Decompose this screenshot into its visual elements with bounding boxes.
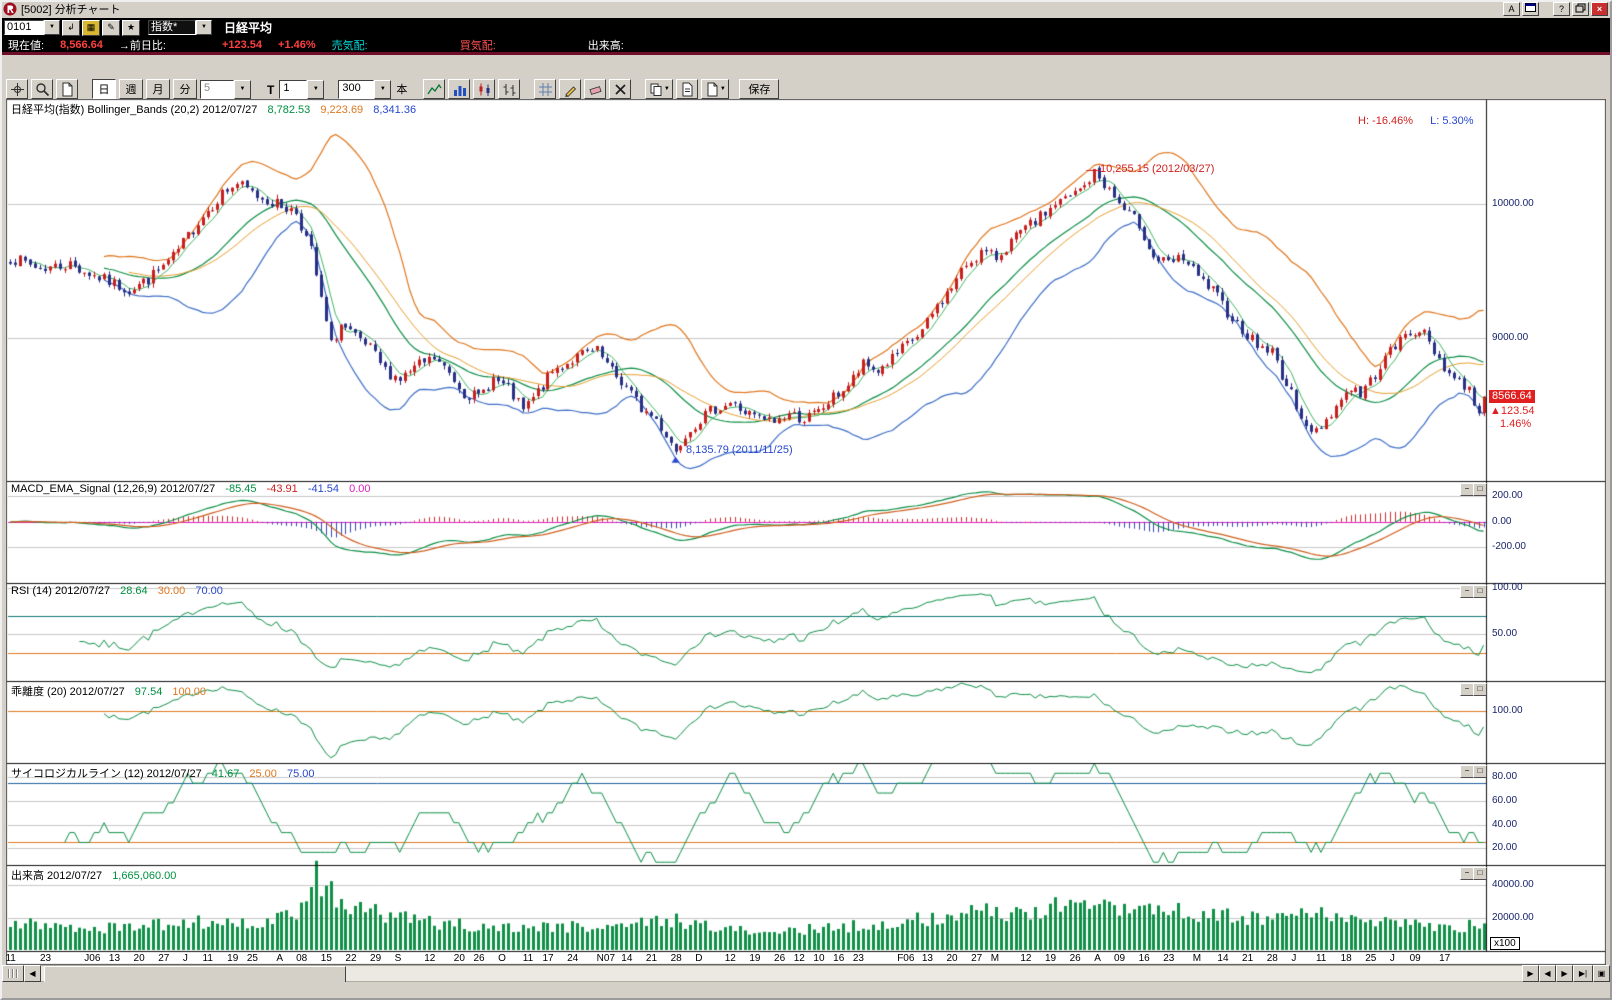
page-icon — [60, 82, 75, 97]
panel-minimize-button[interactable]: − — [1460, 765, 1474, 778]
panel-restore-button[interactable]: □ — [1473, 683, 1487, 696]
volume-label: 出来高: — [588, 37, 624, 53]
zoom-icon — [35, 82, 50, 97]
ohlc-chart-icon — [502, 82, 517, 97]
fit-chart-button[interactable]: ▣ — [1593, 965, 1610, 982]
scrollbar-thumb[interactable] — [44, 966, 346, 983]
scroll-left-button[interactable]: ◀ — [24, 965, 41, 982]
t-label: T — [265, 83, 276, 99]
register-list-button[interactable]: ★ — [122, 20, 140, 36]
chart-canvas[interactable] — [6, 99, 1606, 965]
bar-chart-button[interactable] — [448, 79, 470, 99]
panel-minimize-button[interactable]: − — [1460, 683, 1474, 696]
chart-toolbar: 日 週 月 分 5 ▼ T 1 ▼ 300 ▼ 本 ▼ — [0, 55, 1612, 102]
line-chart-icon — [427, 82, 442, 97]
panel-restore-button[interactable]: □ — [1473, 867, 1487, 880]
copy-icon — [649, 82, 664, 97]
change-label: →前日比: — [119, 37, 166, 53]
save-button[interactable]: 保存 — [739, 79, 779, 99]
chart-back-button[interactable]: ◀ — [1539, 965, 1556, 982]
crosshair-icon — [10, 82, 25, 97]
chevron-down-icon[interactable]: ▼ — [374, 80, 391, 99]
clear-drawings-button[interactable] — [609, 79, 631, 99]
new-chart-button[interactable] — [56, 79, 78, 99]
market-category-select[interactable]: 指数* ▼ — [148, 20, 212, 35]
eraser-button[interactable] — [584, 79, 606, 99]
period-weekly-button[interactable]: 週 — [119, 79, 143, 99]
chart-region: 日経平均(指数) Bollinger_Bands (20,2) 2012/07/… — [6, 99, 1606, 965]
ask-label: 売気配: — [332, 37, 368, 53]
bottom-strip — [0, 982, 1612, 1000]
panel-restore-button[interactable]: □ — [1473, 483, 1487, 496]
grid-icon — [538, 82, 553, 97]
panel-minimize-button[interactable]: − — [1460, 483, 1474, 496]
eraser-icon — [588, 82, 603, 97]
chevron-down-icon: ▼ — [720, 86, 726, 92]
candle-chart-icon — [477, 82, 492, 97]
stock-code-input[interactable]: 0101 ▼ — [4, 20, 60, 35]
minute-value[interactable]: 5 — [200, 80, 234, 99]
zoom-button[interactable] — [31, 79, 53, 99]
candle-chart-button[interactable] — [473, 79, 495, 99]
page-icon — [705, 82, 720, 97]
period-daily-button[interactable]: 日 — [92, 79, 116, 99]
symbol-name: 日経平均 — [224, 19, 272, 36]
ohlc-chart-button[interactable] — [498, 79, 520, 99]
close-button[interactable]: × — [1591, 2, 1608, 16]
line-chart-button[interactable] — [423, 79, 445, 99]
scrollbar-track[interactable] — [41, 965, 1522, 982]
chevron-down-icon[interactable]: ▼ — [234, 80, 251, 99]
chevron-down-icon[interactable]: ▼ — [196, 20, 212, 35]
title-bar: [5002] 分析チャート A ? × — [0, 0, 1612, 18]
chevron-down-icon[interactable]: ▼ — [307, 80, 324, 99]
period-monthly-button[interactable]: 月 — [146, 79, 170, 99]
change-pct-value: +1.46% — [278, 39, 316, 51]
price-board-button[interactable]: ▦ — [82, 20, 100, 36]
scroll-right-button[interactable]: ▶ — [1522, 965, 1539, 982]
code-confirm-button[interactable]: ↲ — [62, 20, 80, 36]
restore-button[interactable] — [1572, 2, 1589, 16]
app-logo-icon — [3, 2, 17, 16]
current-price-label: 現在値: — [8, 37, 44, 53]
current-price-value: 8,566.64 — [60, 39, 103, 51]
window-list-button[interactable] — [1522, 2, 1539, 16]
x-icon — [613, 82, 628, 97]
crosshair-button[interactable] — [6, 79, 28, 99]
panel-minimize-button[interactable]: − — [1460, 585, 1474, 598]
change-value: +123.54 — [222, 39, 262, 51]
minute-select[interactable]: 5 ▼ — [200, 80, 251, 99]
page-icon — [680, 82, 695, 97]
quote-bar: 現在値: 8,566.64 →前日比: +123.54 +1.46% 売気配: … — [0, 37, 1612, 52]
bars-value[interactable]: 300 — [338, 80, 374, 99]
panel-minimize-button[interactable]: − — [1460, 867, 1474, 880]
capture-button[interactable] — [676, 79, 698, 99]
chart-edit-button[interactable]: ✎ — [102, 20, 120, 36]
help-button[interactable]: ? — [1553, 2, 1570, 16]
annotation-a-button[interactable]: A — [1503, 2, 1520, 16]
splitter-grip[interactable] — [2, 965, 24, 982]
chevron-down-icon: ▼ — [664, 86, 670, 92]
pencil-button[interactable] — [559, 79, 581, 99]
market-category-value[interactable]: 指数* — [148, 20, 196, 35]
bars-unit-label: 本 — [394, 81, 409, 99]
interval-value[interactable]: 1 — [279, 80, 307, 99]
copy-chart-button[interactable]: ▼ — [645, 79, 673, 99]
layout-button[interactable]: ▼ — [701, 79, 729, 99]
bid-label: 買気配: — [460, 37, 496, 53]
panel-restore-button[interactable]: □ — [1473, 585, 1487, 598]
grid-button[interactable] — [534, 79, 556, 99]
symbol-toolbar: 0101 ▼ ↲ ▦ ✎ ★ 指数* ▼ 日経平均 — [0, 18, 1612, 37]
horizontal-scrollbar: ◀ ▶ ◀ ▶ ▶| ▣ — [2, 965, 1610, 982]
period-minute-button[interactable]: 分 — [173, 79, 197, 99]
stock-code-value[interactable]: 0101 — [4, 20, 44, 35]
go-latest-button[interactable]: ▶| — [1573, 965, 1593, 982]
panel-restore-button[interactable]: □ — [1473, 765, 1487, 778]
chart-forward-button[interactable]: ▶ — [1556, 965, 1573, 982]
bars-select[interactable]: 300 ▼ — [338, 80, 391, 99]
window-title: [5002] 分析チャート — [21, 1, 121, 17]
chevron-down-icon[interactable]: ▼ — [44, 20, 60, 35]
pencil-icon — [563, 82, 578, 97]
bar-chart-icon — [452, 82, 467, 97]
interval-select[interactable]: 1 ▼ — [279, 80, 324, 99]
